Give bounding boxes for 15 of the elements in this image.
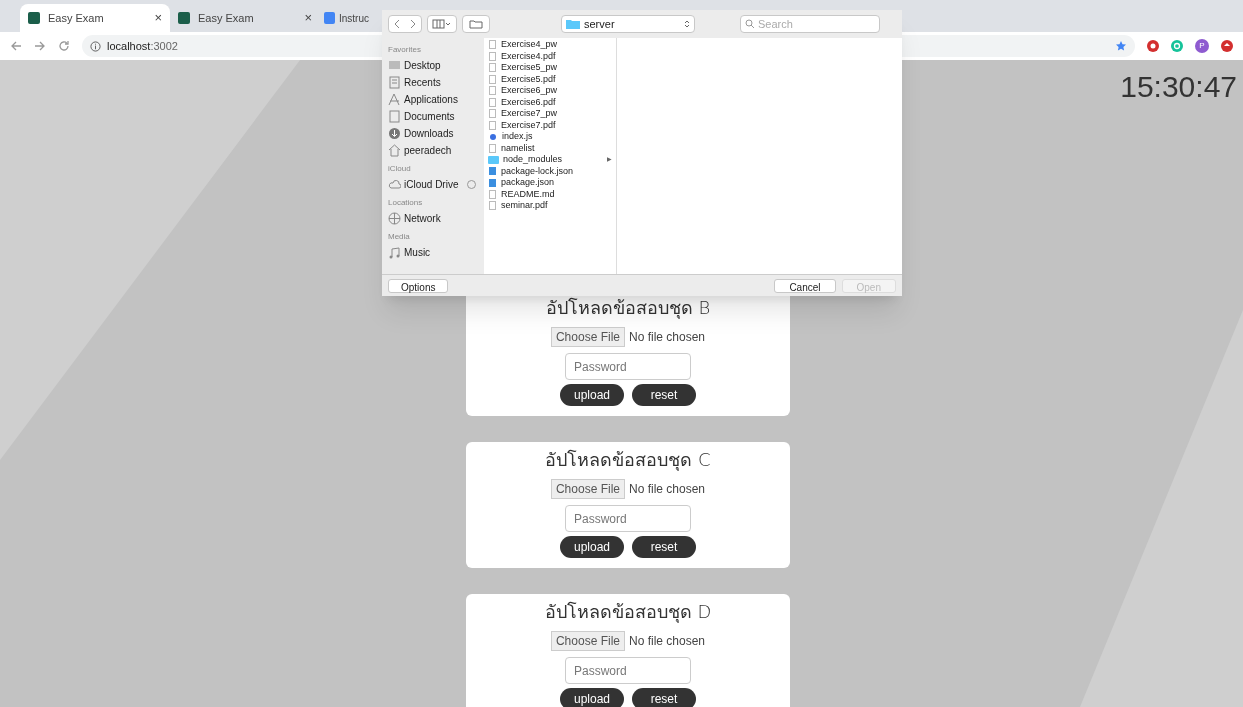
card-title: อัปโหลดข้อสอบชุด B xyxy=(545,296,711,321)
url-text: localhost:3002 xyxy=(107,38,178,54)
card-title: อัปโหลดข้อสอบชุด C xyxy=(545,448,711,473)
sidebar-heading: Locations xyxy=(388,197,424,209)
tab-title: Instruc xyxy=(339,11,370,26)
tab-title: Easy Exam xyxy=(48,10,105,26)
tab-title: Easy Exam xyxy=(198,10,255,26)
sidebar-heading: iCloud xyxy=(388,163,412,175)
card-title: อัปโหลดข้อสอบชุด D xyxy=(544,600,712,625)
sidebar-heading: Favorites xyxy=(388,44,422,56)
clock-text: 15:30:47 xyxy=(1120,69,1237,105)
file-status-text: No file chosen xyxy=(629,633,706,650)
sidebar-heading: Media xyxy=(388,231,411,243)
file-status-text: No file chosen xyxy=(629,329,706,346)
file-status-text: No file chosen xyxy=(629,481,706,498)
